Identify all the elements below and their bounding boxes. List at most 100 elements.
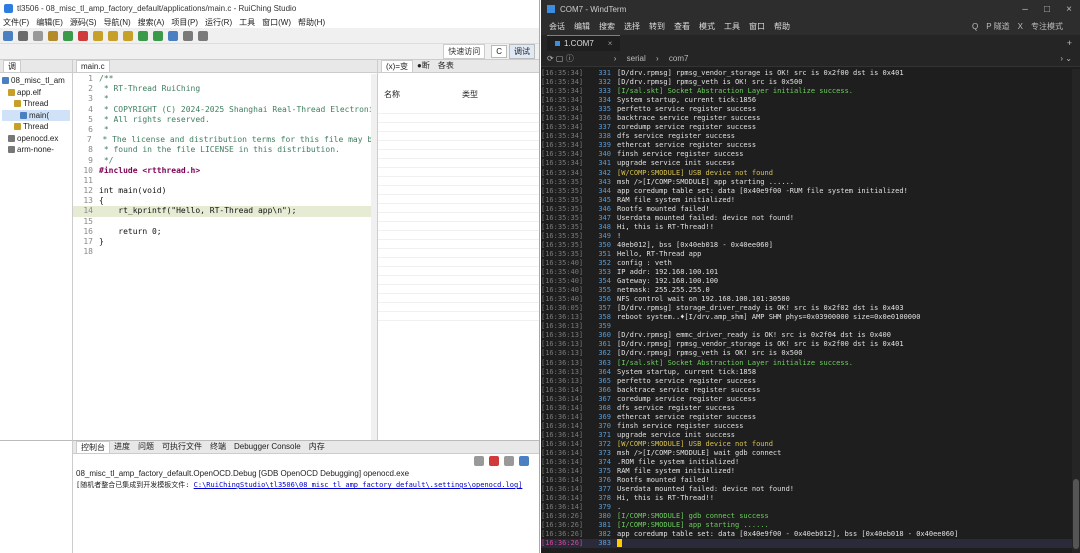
perspective-debug-button[interactable]: 调试 — [509, 44, 535, 59]
close-tab-icon[interactable]: × — [608, 39, 613, 48]
menu-item[interactable]: 帮助(H) — [298, 17, 325, 28]
timestamp: [16:36:26] — [541, 521, 584, 530]
tree-item[interactable]: Thread — [2, 121, 70, 133]
tree-item[interactable]: app.elf — [2, 87, 70, 99]
code-editor: main.c 1/** 2 * RT-Thread RuiChing 3 * 4 * … — [73, 60, 378, 440]
minimize-icon[interactable]: – — [1014, 4, 1036, 15]
quick-access-button[interactable]: 快速访问 — [443, 44, 486, 59]
terminal-cursor — [617, 539, 622, 548]
wt-menu-item[interactable]: 选择 — [624, 21, 640, 32]
gutter — [73, 237, 81, 247]
back-icon[interactable] — [183, 30, 193, 41]
gutter — [73, 206, 81, 216]
wt-menu-item[interactable]: 窗口 — [749, 21, 765, 32]
column-type[interactable]: 类型 — [462, 89, 539, 101]
tab-debug[interactable]: 调 — [3, 60, 21, 72]
save-icon[interactable] — [18, 30, 28, 41]
tree-item[interactable]: openocd.ex — [2, 133, 70, 145]
search-icon[interactable] — [168, 30, 178, 41]
crumb-com7[interactable]: com7 — [669, 54, 689, 63]
gutter — [73, 156, 81, 166]
step-into-icon[interactable] — [93, 30, 103, 41]
terminal-text: NFS control wait on 192.168.100.101:3050… — [617, 295, 790, 304]
maximize-icon[interactable]: □ — [1036, 4, 1058, 15]
ide-title: tl3506 - 08_misc_tl_amp_factory_default/… — [17, 3, 297, 13]
tree-item[interactable]: arm-none- — [2, 144, 70, 156]
console-tab[interactable]: 进度 — [110, 441, 134, 453]
tree-item-selected[interactable]: main( — [2, 109, 70, 121]
timestamp: [16:36:14] — [541, 421, 584, 430]
column-name[interactable]: 名称 — [384, 89, 462, 101]
menu-item[interactable]: 搜索(A) — [138, 17, 165, 28]
openocd-log-link[interactable]: C:\RuiChingStudio\tl3506\08_misc_tl_amp_… — [194, 481, 523, 489]
line-number: 337 — [598, 123, 611, 132]
terminal-text: [I/sal.skt] Socket Abstraction Layer ini… — [617, 358, 854, 367]
step-return-icon[interactable] — [123, 30, 133, 41]
build-icon[interactable] — [48, 30, 58, 41]
display-console-icon[interactable] — [519, 456, 529, 466]
step-over-icon[interactable] — [108, 30, 118, 41]
terminate-icon[interactable] — [78, 30, 88, 41]
terminal-line: [16:35:34] 339 ethercat service register s… — [541, 141, 1072, 150]
wt-menu-item[interactable]: 帮助 — [774, 21, 790, 32]
menu-item[interactable]: 窗口(W) — [262, 17, 291, 28]
wt-menu-right-item[interactable]: X — [1018, 22, 1023, 31]
wt-menu-right-item[interactable]: 专注模式 — [1031, 21, 1063, 32]
wt-menu-item[interactable]: 模式 — [699, 21, 715, 32]
scroll-thumb[interactable] — [1073, 479, 1079, 549]
timestamp: [16:36:14] — [541, 448, 584, 457]
wt-menu-item[interactable]: 转到 — [649, 21, 665, 32]
menu-item[interactable]: 工具 — [239, 17, 255, 28]
wt-menu-item[interactable]: 编辑 — [574, 21, 590, 32]
console-tab[interactable]: 可执行文件 — [158, 441, 206, 453]
run-icon[interactable] — [153, 30, 163, 41]
wt-menu-item[interactable]: 会话 — [549, 21, 565, 32]
tab-expressions[interactable]: 各表 — [434, 60, 458, 72]
forward-icon[interactable] — [198, 30, 208, 41]
menu-item[interactable]: 文件(F) — [3, 17, 29, 28]
terminal-text: . — [617, 503, 622, 512]
clear-console-icon[interactable] — [474, 456, 484, 466]
tab-main-c[interactable]: main.c — [76, 60, 110, 72]
terminate-icon[interactable] — [489, 456, 499, 466]
close-icon[interactable]: × — [1058, 4, 1080, 15]
wt-menu-item[interactable]: 工具 — [724, 21, 740, 32]
terminal-line: [16:36:13] 361 [D/drv.rpmsg] rpmsg_vendor_… — [541, 340, 1072, 349]
tree-item[interactable]: Thread — [2, 98, 70, 110]
console-tab[interactable]: Debugger Console — [230, 441, 305, 453]
terminal-scrollbar[interactable] — [1072, 69, 1080, 553]
wt-menu-right-item[interactable]: Q — [972, 22, 978, 31]
menu-item[interactable]: 运行(R) — [205, 17, 232, 28]
session-toolbar-icons[interactable]: ⟳ ▢ ⓘ — [547, 53, 574, 64]
tree-item[interactable]: 08_misc_tl_am — [2, 75, 70, 87]
menu-item[interactable]: 导航(N) — [104, 17, 131, 28]
console-tab[interactable]: 终端 — [206, 441, 230, 453]
wt-menu-right-item[interactable]: P 隧道 — [986, 21, 1009, 32]
nav-chevron-icon[interactable]: › ⌄ — [1060, 54, 1072, 63]
scroll-lock-icon[interactable] — [504, 456, 514, 466]
console-tab[interactable]: 内存 — [305, 441, 329, 453]
menu-item[interactable]: 源码(S) — [70, 17, 97, 28]
code-area[interactable]: 1/** 2 * RT-Thread RuiChing 3 * 4 * COPYRIG… — [73, 74, 377, 440]
tab-com7[interactable]: 1.COM7 × — [547, 35, 621, 51]
console-tab[interactable]: 问题 — [134, 441, 158, 453]
wt-menu-item[interactable]: 查看 — [674, 21, 690, 32]
terminal-output[interactable]: [16:35:34] 331 [D/drv.rpmsg] rpmsg_vendor_… — [541, 69, 1072, 553]
wt-menu-item[interactable]: 搜索 — [599, 21, 615, 32]
save-all-icon[interactable] — [33, 30, 43, 41]
perspective-c-button[interactable]: C — [491, 45, 507, 58]
crumb-serial[interactable]: serial — [627, 54, 646, 63]
console-tab[interactable]: 控制台 — [76, 441, 110, 453]
resume-icon[interactable] — [63, 30, 73, 41]
tab-variables[interactable]: (x)=变 — [381, 60, 413, 72]
debug-icon[interactable] — [138, 30, 148, 41]
line-number: 334 — [598, 96, 611, 105]
tab-breakpoints[interactable]: ●断 — [413, 60, 434, 72]
menu-item[interactable]: 编辑(E) — [36, 17, 63, 28]
new-icon[interactable] — [3, 30, 13, 41]
editor-scrollbar[interactable] — [371, 74, 377, 440]
ide-title-bar: tl3506 - 08_misc_tl_amp_factory_default/… — [0, 0, 539, 16]
new-tab-icon[interactable]: + — [1067, 38, 1072, 48]
terminal-text: finsh service register success — [617, 150, 744, 159]
menu-item[interactable]: 项目(P) — [171, 17, 198, 28]
